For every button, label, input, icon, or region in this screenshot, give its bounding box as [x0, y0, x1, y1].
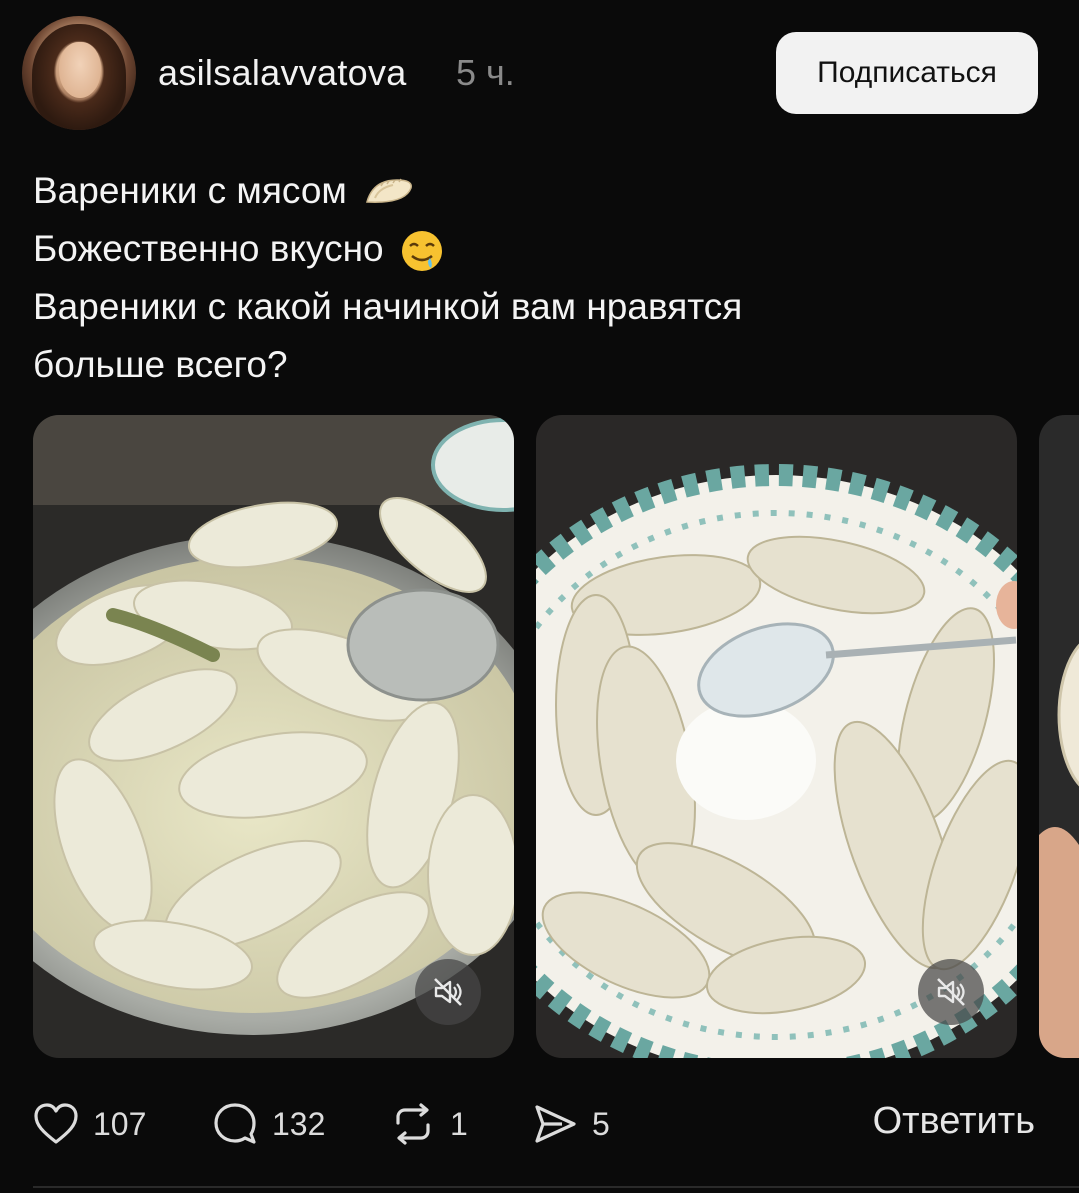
reply-button[interactable]: Ответить [873, 1100, 1035, 1143]
repost-button[interactable]: 1 [390, 1096, 468, 1152]
like-button[interactable]: 107 [33, 1096, 146, 1152]
shares-count: 5 [592, 1105, 610, 1142]
post-time: 5 ч. [456, 52, 515, 93]
caption-line-1: Вареники с мясом [33, 162, 1033, 220]
action-bar: 107 132 1 5 Ответить [0, 1096, 1079, 1156]
repost-icon [396, 1103, 430, 1145]
follow-button[interactable]: Подписаться [776, 32, 1038, 114]
divider [33, 1186, 1079, 1188]
reposts-count: 1 [450, 1105, 468, 1142]
mute-toggle-2[interactable] [918, 959, 984, 1025]
post-caption: Вареники с мясом Божественно вкусно Варе… [33, 162, 1033, 394]
caption-text-1: Вареники с мясом [33, 170, 347, 211]
media-video-1[interactable] [33, 415, 514, 1058]
muted-speaker-icon [434, 978, 462, 1006]
thread-post: asilsalavvatova 5 ч. Подписаться Вареник… [0, 0, 1079, 1193]
caption-line-3: Вареники с какой начинкой вам нравятся [33, 286, 743, 327]
media-image-3[interactable] [1039, 415, 1079, 1058]
avatar[interactable] [22, 16, 136, 130]
likes-count: 107 [93, 1105, 147, 1142]
caption-line-4: больше всего? [33, 344, 288, 385]
comment-bubble-icon [214, 1103, 256, 1144]
media-video-2[interactable] [536, 415, 1017, 1058]
partial-image [1039, 415, 1079, 1058]
heart-icon [34, 1103, 78, 1144]
comments-count: 132 [272, 1105, 326, 1142]
send-icon [535, 1105, 576, 1143]
comment-button[interactable]: 132 [212, 1096, 325, 1152]
caption-text-2: Божественно вкусно [33, 228, 384, 269]
share-button[interactable]: 5 [532, 1096, 610, 1152]
caption-line-2: Божественно вкусно [33, 220, 1033, 278]
muted-speaker-icon [937, 978, 965, 1006]
mute-toggle-1[interactable] [415, 959, 481, 1025]
drooling-face-emoji [401, 231, 442, 272]
avatar-face [59, 42, 101, 98]
username[interactable]: asilsalavvatova [158, 52, 407, 94]
dumpling-emoji [366, 178, 413, 204]
